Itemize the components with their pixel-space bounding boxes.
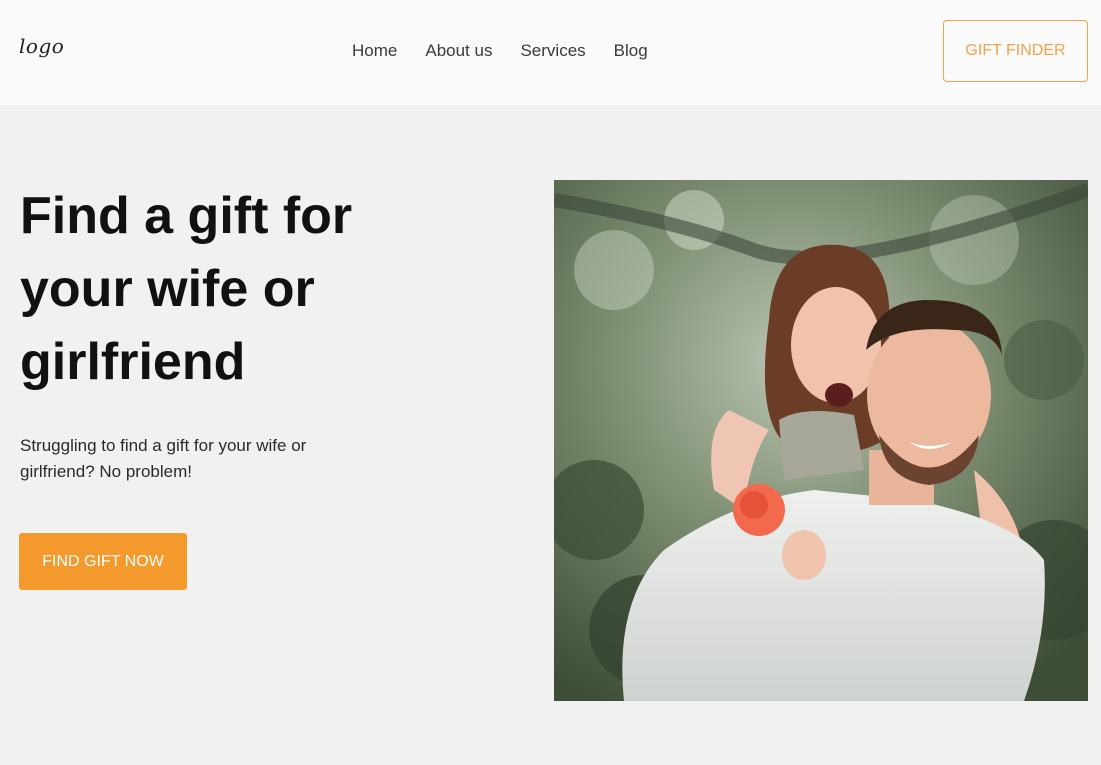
site-header: logo Home About us Services Blog GIFT FI… — [0, 0, 1101, 105]
hero-subtitle: Struggling to find a gift for your wife … — [20, 436, 307, 481]
nav-home[interactable]: Home — [352, 40, 397, 62]
nav-services[interactable]: Services — [520, 40, 585, 62]
nav-about-us[interactable]: About us — [425, 40, 492, 62]
gift-finder-button[interactable]: GIFT FINDER — [943, 20, 1088, 82]
hero-title: Find a gift for your wife or girlfriend — [20, 187, 353, 391]
main-nav: Home About us Services Blog — [352, 40, 676, 62]
nav-blog[interactable]: Blog — [614, 40, 648, 62]
find-gift-now-button[interactable]: FIND GIFT NOW — [19, 533, 187, 590]
logo[interactable]: logo — [19, 34, 64, 58]
hero-photo — [554, 180, 1088, 701]
